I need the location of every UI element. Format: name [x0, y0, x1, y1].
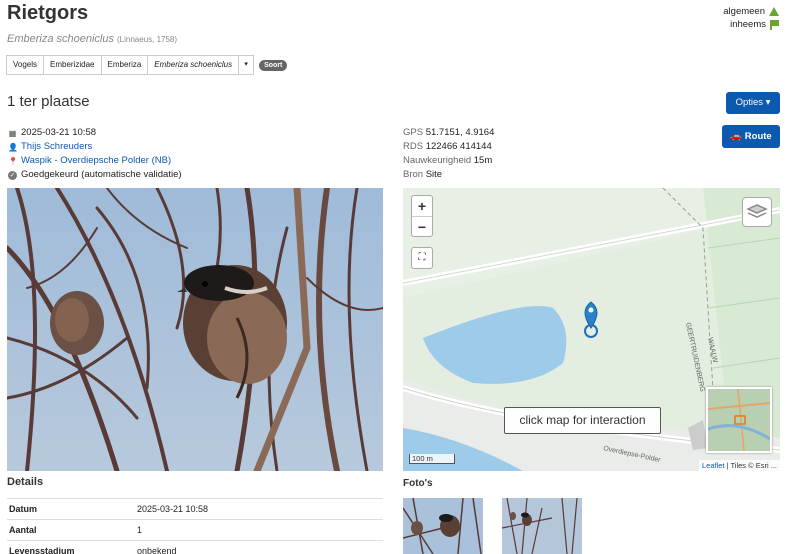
- status-panel: algemeen inheems: [723, 5, 779, 31]
- details-heading: Details: [7, 476, 44, 488]
- gps-label: GPS: [403, 127, 424, 138]
- species-title: Rietgors: [7, 2, 89, 24]
- details-key: Aantal: [7, 519, 135, 541]
- fullscreen-button[interactable]: ⛶: [411, 247, 433, 269]
- flag-icon: [770, 19, 779, 30]
- datetime-text: 2025-03-21 10:58: [21, 127, 97, 138]
- rank-badge: Soort: [259, 59, 288, 71]
- triangle-up-icon: [769, 7, 779, 16]
- location-link[interactable]: Waspik - Overdiepsche Polder (NB): [21, 154, 171, 168]
- scientific-name-text: Emberiza schoeniclus: [7, 33, 114, 45]
- layers-icon: [746, 204, 768, 218]
- meta-location: 📍 Waspik - Overdiepsche Polder (NB): [8, 154, 182, 168]
- zoom-control: + −: [411, 195, 433, 237]
- accuracy-value: 15m: [473, 155, 493, 166]
- breadcrumb-dropdown-button[interactable]: ▾: [238, 55, 255, 75]
- attribution-text: | Tiles © Esri ...: [724, 461, 777, 470]
- map-marker-icon: 📍: [8, 156, 18, 166]
- details-value: 1: [135, 519, 383, 541]
- map-scale: 100 m: [409, 454, 455, 464]
- accuracy-label: Nauwkeurigheid: [403, 155, 472, 166]
- main-photo[interactable]: [7, 188, 383, 471]
- rds-value: 122466 414144: [425, 141, 492, 152]
- layers-button[interactable]: [742, 197, 772, 227]
- car-icon: 🚗: [730, 131, 743, 142]
- details-table: Datum 2025-03-21 10:58 Aantal 1 Levensst…: [7, 498, 383, 554]
- bird-photo-image: [7, 188, 383, 471]
- status-native-label: inheems: [730, 19, 766, 30]
- gps-value: 51.7151, 4.9164: [425, 127, 495, 138]
- map-widget[interactable]: Overdiepse-Polder GEERTRUIDENBERG WAALW …: [403, 188, 780, 471]
- status-common: algemeen: [723, 5, 779, 18]
- table-row: Levensstadium onbekend: [7, 540, 383, 554]
- scientific-name: Emberiza schoeniclus (Linnaeus, 1758): [7, 33, 177, 45]
- meta-datetime: ▦ 2025-03-21 10:58: [8, 126, 182, 140]
- validation-text: Goedgekeurd (automatische validatie): [21, 169, 182, 180]
- options-button[interactable]: Opties ▾: [726, 92, 780, 114]
- gps-row: GPS 51.7151, 4.9164: [403, 126, 494, 140]
- geo-info: GPS 51.7151, 4.9164 RDS 122466 414144 Na…: [403, 126, 494, 182]
- route-button-label: Route: [744, 131, 772, 142]
- leaflet-link[interactable]: Leaflet: [702, 461, 725, 470]
- meta-observer: 👤 Thijs Schreuders: [8, 140, 182, 154]
- authority-text: (Linnaeus, 1758): [117, 35, 178, 44]
- breadcrumb-item-family[interactable]: Emberizidae: [43, 55, 102, 75]
- source-value: Site: [425, 169, 443, 180]
- minimap-tiles: [708, 389, 770, 451]
- check-circle-icon: ✓: [8, 170, 17, 180]
- rds-row: RDS 122466 414144: [403, 140, 494, 154]
- details-value: onbekend: [135, 540, 383, 554]
- user-icon: 👤: [8, 142, 18, 152]
- minimap[interactable]: [706, 387, 772, 453]
- route-button[interactable]: 🚗 Route: [722, 125, 780, 148]
- accuracy-row: Nauwkeurigheid 15m: [403, 154, 494, 168]
- breadcrumb-item-vogels[interactable]: Vogels: [6, 55, 45, 75]
- details-key: Levensstadium: [7, 540, 135, 554]
- zoom-in-button[interactable]: +: [412, 196, 432, 216]
- details-value: 2025-03-21 10:58: [135, 498, 383, 520]
- breadcrumb-item-species[interactable]: Emberiza schoeniclus: [147, 55, 240, 75]
- details-key: Datum: [7, 498, 135, 520]
- photo-thumbnail[interactable]: [403, 498, 483, 554]
- source-label: Bron: [403, 169, 424, 180]
- thumbnail-image: [502, 498, 582, 554]
- observation-meta: ▦ 2025-03-21 10:58 👤 Thijs Schreuders 📍 …: [8, 126, 182, 182]
- breadcrumb: Vogels Emberizidae Emberiza Emberiza sch…: [6, 55, 288, 75]
- map-interaction-overlay[interactable]: click map for interaction: [504, 407, 661, 434]
- zoom-out-button[interactable]: −: [412, 216, 432, 236]
- photos-heading: Foto's: [403, 478, 433, 489]
- rds-label: RDS: [403, 141, 424, 152]
- map-attribution: Leaflet | Tiles © Esri ...: [698, 460, 780, 471]
- source-row: Bron Site: [403, 168, 494, 182]
- meta-validation: ✓ Goedgekeurd (automatische validatie): [8, 168, 182, 182]
- breadcrumb-item-genus[interactable]: Emberiza: [100, 55, 149, 75]
- observation-heading: 1 ter plaatse: [7, 93, 90, 110]
- calendar-icon: ▦: [8, 128, 17, 138]
- observer-link[interactable]: Thijs Schreuders: [21, 140, 92, 154]
- table-row: Datum 2025-03-21 10:58: [7, 498, 383, 520]
- thumbnail-image: [403, 498, 483, 554]
- photo-thumbnail[interactable]: [502, 498, 582, 554]
- table-row: Aantal 1: [7, 519, 383, 541]
- status-common-label: algemeen: [723, 6, 765, 17]
- status-native: inheems: [723, 18, 779, 31]
